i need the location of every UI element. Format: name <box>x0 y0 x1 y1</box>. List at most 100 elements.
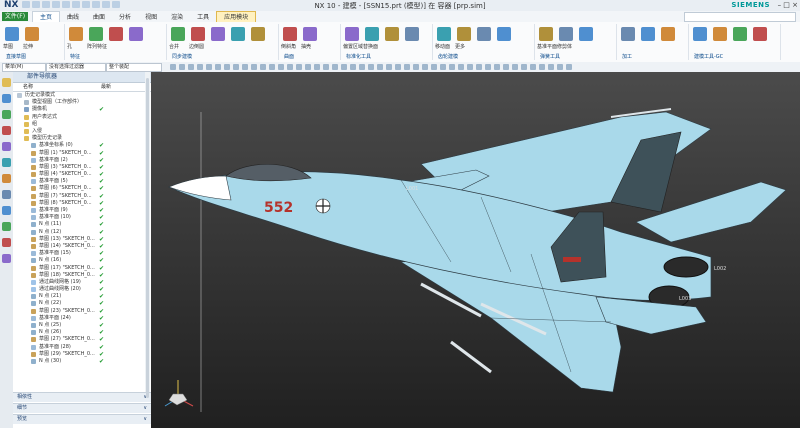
tree-row[interactable]: N 点 (21) ✔ <box>13 293 151 300</box>
ribbon-button-icon[interactable] <box>457 27 471 41</box>
tree-row[interactable]: 草图 (13) "SKETCH_0... ✔ <box>13 236 151 243</box>
tree-row[interactable]: 基准坐标系 (0) ✔ <box>13 142 151 149</box>
selection-tool-icon[interactable] <box>278 64 284 70</box>
selection-tool-icon[interactable] <box>395 64 401 70</box>
tree-row[interactable]: 草图 (27) "SKETCH_0... ✔ <box>13 336 151 343</box>
selection-tool-icon[interactable] <box>458 64 464 70</box>
tree-row[interactable]: 通过曲线网格 (20) ✔ <box>13 286 151 293</box>
selection-tool-icon[interactable] <box>512 64 518 70</box>
selection-tool-icon[interactable] <box>350 64 356 70</box>
window-controls[interactable]: – □ × <box>778 1 798 9</box>
selection-tool-icon[interactable] <box>548 64 554 70</box>
ribbon-button-icon[interactable] <box>89 27 103 41</box>
tree-row[interactable]: 草图 (17) "SKETCH_0... ✔ <box>13 265 151 272</box>
selection-tool-icon[interactable] <box>368 64 374 70</box>
ribbon-button-icon[interactable] <box>5 27 19 41</box>
ribbon-button-icon[interactable] <box>405 27 419 41</box>
selection-tool-icon[interactable] <box>386 64 392 70</box>
tree-row[interactable]: 草图 (6) "SKETCH_0... ✔ <box>13 185 151 192</box>
tree-row[interactable]: 模型历史记录 <box>13 135 151 142</box>
ribbon-button-icon[interactable] <box>251 27 265 41</box>
selection-tool-icon[interactable] <box>404 64 410 70</box>
selection-tool-icon[interactable] <box>557 64 563 70</box>
tree-row[interactable]: N 点 (30) ✔ <box>13 358 151 365</box>
resource-bar-icon[interactable] <box>2 78 11 87</box>
ribbon-button-icon[interactable] <box>713 27 727 41</box>
resource-bar-icon[interactable] <box>2 174 11 183</box>
ribbon-button-icon[interactable] <box>211 27 225 41</box>
ribbon-button-icon[interactable] <box>365 27 379 41</box>
scope-dropdown[interactable]: 整个装配 <box>106 63 162 72</box>
selection-tool-icon[interactable] <box>566 64 572 70</box>
tree-row[interactable]: 草图 (23) "SKETCH_0... ✔ <box>13 308 151 315</box>
aircraft-model[interactable]: 552 L001 L002 L003 <box>151 72 800 428</box>
ribbon-button-icon[interactable] <box>385 27 399 41</box>
ribbon-button-icon[interactable] <box>621 27 635 41</box>
tree-row[interactable]: N 点 (11) ✔ <box>13 221 151 228</box>
ribbon-button-icon[interactable] <box>497 27 511 41</box>
tree-row[interactable]: 草图 (8) "SKETCH_0... ✔ <box>13 200 151 207</box>
selection-tool-icon[interactable] <box>179 64 185 70</box>
selection-tool-icon[interactable] <box>476 64 482 70</box>
tree-row[interactable]: 草图 (14) "SKETCH_0... ✔ <box>13 243 151 250</box>
resource-bar-icon[interactable] <box>2 206 11 215</box>
selection-tool-icon[interactable] <box>467 64 473 70</box>
tree-row[interactable]: 基准平面 (2) ✔ <box>13 157 151 164</box>
selection-tool-icon[interactable] <box>413 64 419 70</box>
ribbon-button-icon[interactable] <box>69 27 83 41</box>
ribbon-button-icon[interactable] <box>437 27 451 41</box>
type-filter-dropdown[interactable]: 没有选择过滤器 <box>46 63 106 72</box>
selection-tool-icon[interactable] <box>422 64 428 70</box>
column-latest[interactable]: 最新 <box>101 83 111 91</box>
ribbon-button-icon[interactable] <box>345 27 359 41</box>
selection-tool-icon[interactable] <box>260 64 266 70</box>
tree-row[interactable]: N 点 (25) ✔ <box>13 322 151 329</box>
resource-bar-icon[interactable] <box>2 222 11 231</box>
menu-dropdown[interactable]: 菜单(M) <box>2 63 46 72</box>
ribbon-button-icon[interactable] <box>733 27 747 41</box>
ribbon-button-icon[interactable] <box>191 27 205 41</box>
ribbon-button-icon[interactable] <box>109 27 123 41</box>
tree-row[interactable]: 摄像机 ✔ <box>13 106 151 113</box>
tree-row[interactable]: N 点 (22) ✔ <box>13 300 151 307</box>
tree-row[interactable]: 基准平面 (15) ✔ <box>13 250 151 257</box>
resource-bar-icon[interactable] <box>2 110 11 119</box>
resource-bar-icon[interactable] <box>2 142 11 151</box>
resource-bar-icon[interactable] <box>2 190 11 199</box>
resource-bar-icon[interactable] <box>2 94 11 103</box>
panel-preview[interactable]: 预览 ∨ <box>13 414 151 424</box>
tree-row[interactable]: 草图 (7) "SKETCH_0... ✔ <box>13 193 151 200</box>
selection-tool-icon[interactable] <box>314 64 320 70</box>
navigator-scrollbar[interactable] <box>145 72 150 398</box>
selection-tool-icon[interactable] <box>494 64 500 70</box>
tree-row[interactable]: 基准平面 (10) ✔ <box>13 214 151 221</box>
selection-tool-icon[interactable] <box>440 64 446 70</box>
tree-row[interactable]: 基准平面 (28) ✔ <box>13 344 151 351</box>
selection-tool-icon[interactable] <box>233 64 239 70</box>
selection-tool-icon[interactable] <box>269 64 275 70</box>
tree-row[interactable]: 基准平面 (9) ✔ <box>13 207 151 214</box>
tree-row[interactable]: 基准平面 (24) ✔ <box>13 315 151 322</box>
ribbon-button-icon[interactable] <box>171 27 185 41</box>
ribbon-button-icon[interactable] <box>477 27 491 41</box>
panel-details[interactable]: 细节 ∨ <box>13 403 151 413</box>
ribbon-button-icon[interactable] <box>559 27 573 41</box>
selection-tool-icon[interactable] <box>305 64 311 70</box>
tree-row[interactable]: N 点 (16) ✔ <box>13 257 151 264</box>
tree-row[interactable]: 草图 (29) "SKETCH_0... ✔ <box>13 351 151 358</box>
selection-tool-icon[interactable] <box>503 64 509 70</box>
resource-bar-icon[interactable] <box>2 126 11 135</box>
selection-tool-icon[interactable] <box>251 64 257 70</box>
selection-tool-icon[interactable] <box>323 64 329 70</box>
tree-row[interactable]: 草图 (3) "SKETCH_0... ✔ <box>13 164 151 171</box>
graphics-window[interactable]: 552 L001 L002 L003 <box>151 72 800 428</box>
selection-tool-icon[interactable] <box>359 64 365 70</box>
tree-row[interactable]: N 点 (12) ✔ <box>13 229 151 236</box>
file-menu-button[interactable]: 文件(F) <box>2 12 28 21</box>
selection-tool-icon[interactable] <box>377 64 383 70</box>
resource-bar-icon[interactable] <box>2 254 11 263</box>
selection-tool-icon[interactable] <box>530 64 536 70</box>
resource-bar-icon[interactable] <box>2 238 11 247</box>
ribbon-button-icon[interactable] <box>25 27 39 41</box>
selection-tool-icon[interactable] <box>188 64 194 70</box>
